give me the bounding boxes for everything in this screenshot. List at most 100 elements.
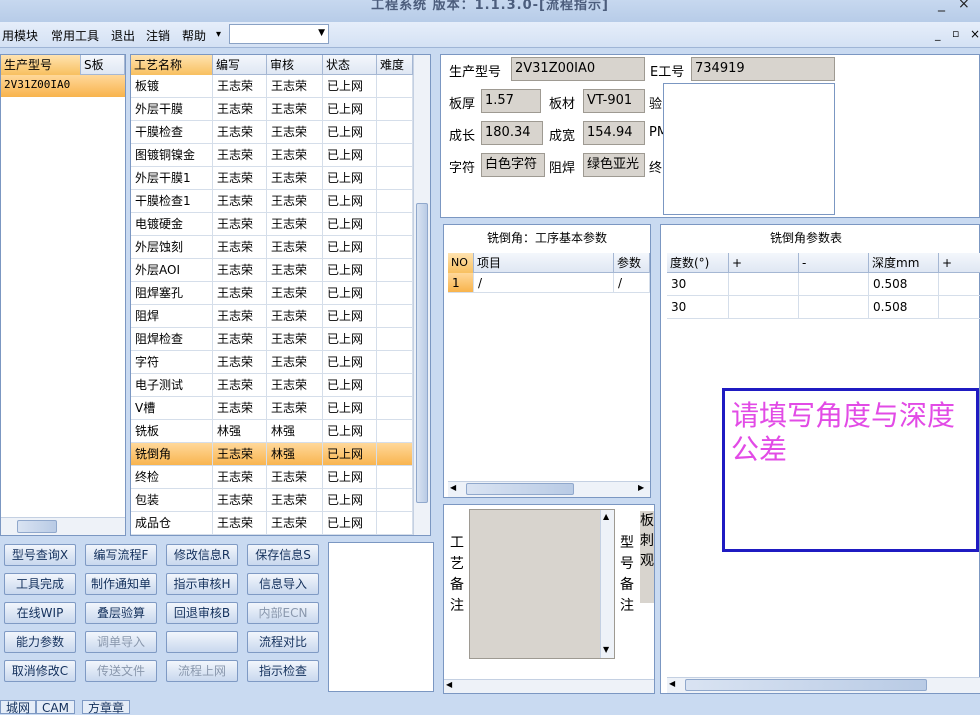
action-button-7[interactable]: 信息导入	[247, 573, 319, 595]
list-item[interactable]: 2V31Z00IA0	[1, 75, 125, 97]
material-field[interactable]: VT-901	[583, 89, 645, 113]
menu-modules[interactable]: 用模块	[2, 27, 38, 44]
model-remark-field[interactable]: 板刺观	[640, 511, 654, 603]
col-status[interactable]: 状态	[323, 55, 377, 75]
table-row[interactable]: 电镀硬金 王志荣 王志荣 已上网	[131, 213, 413, 236]
model-field[interactable]: 2V31Z00IA0	[511, 57, 645, 81]
action-button-4[interactable]: 工具完成	[4, 573, 76, 595]
mdi-minimize-icon[interactable]: _	[935, 28, 941, 41]
action-button-12[interactable]: 能力参数	[4, 631, 76, 653]
action-button-5[interactable]: 制作通知单	[85, 573, 157, 595]
scroll-thumb[interactable]	[466, 483, 574, 495]
minimize-button[interactable]: _	[938, 0, 945, 12]
action-button-15[interactable]: 流程对比	[247, 631, 319, 653]
table-row[interactable]: 外层干膜 王志荣 王志荣 已上网	[131, 98, 413, 121]
menu-overflow-icon[interactable]: ▾	[216, 29, 221, 40]
table-row[interactable]: 铣倒角 王志荣 林强 已上网	[131, 443, 413, 466]
mdi-restore-icon[interactable]: ▫	[952, 27, 959, 40]
action-button-2[interactable]: 修改信息R	[166, 544, 238, 566]
table-row[interactable]: 字符 王志荣 王志荣 已上网	[131, 351, 413, 374]
table-row[interactable]: 包装 王志荣 王志荣 已上网	[131, 489, 413, 512]
action-button-17[interactable]: 传送文件	[85, 660, 157, 682]
action-button-3[interactable]: 保存信息S	[247, 544, 319, 566]
table-row[interactable]: 电子测试 王志荣 王志荣 已上网	[131, 374, 413, 397]
col-depth-plus[interactable]: +	[939, 253, 980, 273]
menu-exit[interactable]: 退出	[111, 27, 135, 44]
col-writer[interactable]: 编写	[213, 55, 267, 75]
close-window-button[interactable]: ×	[958, 0, 970, 12]
action-button-14[interactable]	[166, 631, 238, 653]
thick-field[interactable]: 1.57	[481, 89, 541, 113]
table-row[interactable]: 阻焊塞孔 王志荣 王志荣 已上网	[131, 282, 413, 305]
action-button-16[interactable]: 取消修改C	[4, 660, 76, 682]
table-row[interactable]: 板镀 王志荣 王志荣 已上网	[131, 75, 413, 98]
table-row[interactable]: 终检 王志荣 王志荣 已上网	[131, 466, 413, 489]
remark-hscroll[interactable]: ◀	[444, 679, 654, 693]
action-button-19[interactable]: 指示检查	[247, 660, 319, 682]
scroll-thumb[interactable]	[17, 520, 57, 533]
table-row[interactable]: 干膜检查1 王志荣 王志荣 已上网	[131, 190, 413, 213]
model-list-hscroll[interactable]	[1, 517, 125, 535]
eno-field[interactable]: 734919	[691, 57, 835, 81]
col-param[interactable]: 参数	[614, 253, 650, 273]
col-no[interactable]: NO	[448, 253, 474, 273]
action-button-11[interactable]: 内部ECN	[247, 602, 319, 624]
remark-vscroll[interactable]: ▲ ▼	[600, 510, 614, 658]
action-button-1[interactable]: 编写流程F	[85, 544, 157, 566]
col-plus[interactable]: +	[729, 253, 799, 273]
process-remark-field[interactable]: ▲ ▼	[469, 509, 615, 659]
action-button-18[interactable]: 流程上网	[166, 660, 238, 682]
table-row[interactable]: V槽 王志荣 王志荣 已上网	[131, 397, 413, 420]
table-row[interactable]: 外层蚀刻 王志荣 王志荣 已上网	[131, 236, 413, 259]
col-process-name[interactable]: 工艺名称	[131, 55, 213, 75]
length-field[interactable]: 180.34	[481, 121, 543, 145]
mask-field[interactable]: 绿色亚光	[583, 153, 645, 177]
menu-help[interactable]: 帮助	[182, 27, 206, 44]
process-vscroll[interactable]	[413, 55, 430, 535]
char-field[interactable]: 白色字符	[481, 153, 545, 177]
table-row[interactable]: 阻焊检查 王志荣 王志荣 已上网	[131, 328, 413, 351]
table-row[interactable]: 铣板 林强 林强 已上网	[131, 420, 413, 443]
scroll-thumb[interactable]	[416, 203, 428, 503]
action-button-9[interactable]: 叠层验算	[85, 602, 157, 624]
angle-params-hscroll[interactable]: ◀	[667, 677, 980, 693]
base-params-hscroll[interactable]: ◀ ▶	[448, 481, 650, 497]
table-row[interactable]: 成品仓 王志荣 王志荣 已上网	[131, 512, 413, 535]
table-row[interactable]: 外层AOI 王志荣 王志荣 已上网	[131, 259, 413, 282]
scroll-left-icon[interactable]: ◀	[669, 679, 675, 688]
col-depth[interactable]: 深度mm	[869, 253, 939, 273]
action-button-13[interactable]: 调单导入	[85, 631, 157, 653]
width-field[interactable]: 154.94	[583, 121, 645, 145]
table-row[interactable]: 30 0.508	[667, 273, 980, 296]
action-button-6[interactable]: 指示审核H	[166, 573, 238, 595]
scroll-down-icon[interactable]: ▼	[603, 645, 609, 654]
mdi-close-icon[interactable]: ×	[970, 27, 980, 41]
col-s-board[interactable]: S板	[81, 55, 125, 75]
table-row[interactable]: 阻焊 王志荣 王志荣 已上网	[131, 305, 413, 328]
tab-network[interactable]: 城网	[0, 700, 37, 715]
module-combo[interactable]: ▼	[229, 24, 329, 44]
menu-logout[interactable]: 注销	[146, 27, 170, 44]
table-row[interactable]: 外层干膜1 王志荣 王志荣 已上网	[131, 167, 413, 190]
scroll-up-icon[interactable]: ▲	[603, 512, 609, 521]
scroll-left-icon[interactable]: ◀	[450, 483, 456, 492]
menu-tools[interactable]: 常用工具	[51, 27, 99, 44]
col-reviewer[interactable]: 审核	[267, 55, 323, 75]
col-difficulty[interactable]: 难度	[377, 55, 413, 75]
col-item[interactable]: 项目	[474, 253, 614, 273]
table-row[interactable]: 图镀铜镍金 王志荣 王志荣 已上网	[131, 144, 413, 167]
scroll-left-icon[interactable]: ◀	[446, 680, 452, 689]
action-button-10[interactable]: 回退审核B	[166, 602, 238, 624]
action-button-0[interactable]: 型号查询X	[4, 544, 76, 566]
col-model[interactable]: 生产型号	[1, 55, 81, 75]
action-button-8[interactable]: 在线WIP	[4, 602, 76, 624]
col-minus[interactable]: -	[799, 253, 869, 273]
table-row[interactable]: 30 0.508	[667, 296, 980, 319]
col-degree[interactable]: 度数(°)	[667, 253, 729, 273]
tab-cam[interactable]: CAM	[36, 700, 75, 715]
scroll-thumb[interactable]	[685, 679, 927, 691]
table-row[interactable]: 1 / /	[448, 273, 650, 293]
scroll-right-icon[interactable]: ▶	[638, 483, 644, 492]
table-row[interactable]: 干膜检查 王志荣 王志荣 已上网	[131, 121, 413, 144]
tab-stamp[interactable]: 方章章	[82, 700, 131, 715]
